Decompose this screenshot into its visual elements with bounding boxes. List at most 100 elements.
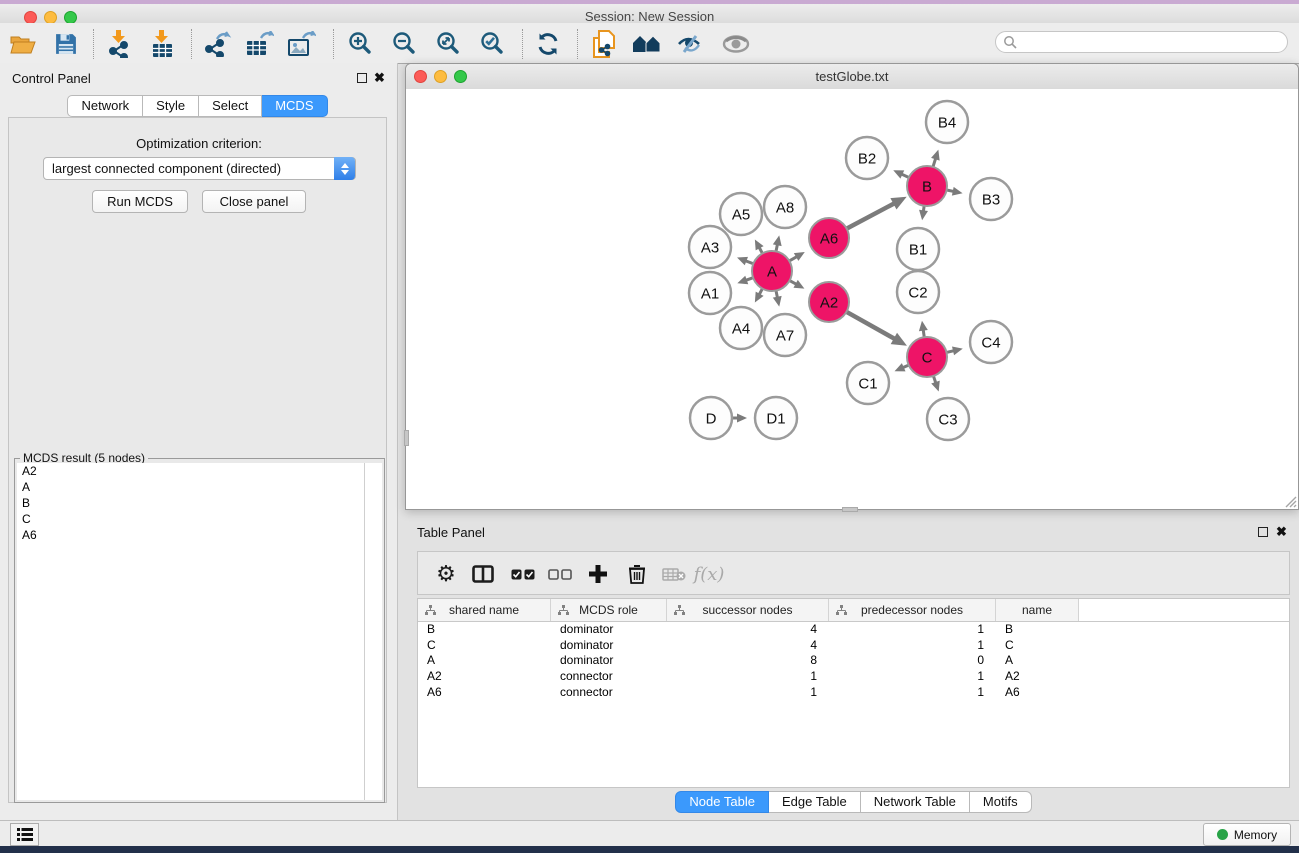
column-header[interactable]: predecessor nodes: [829, 599, 996, 621]
graph-edge[interactable]: [946, 351, 954, 353]
mcds-result-item[interactable]: A: [17, 479, 382, 495]
graph-edge[interactable]: [933, 158, 936, 167]
table-settings-button[interactable]: ⚙: [429, 557, 463, 591]
graph-edge[interactable]: [901, 174, 908, 177]
table-cell[interactable]: A6: [418, 685, 551, 701]
graph-edge[interactable]: [790, 281, 797, 285]
export-table-button[interactable]: [241, 27, 279, 61]
table-cell[interactable]: 1: [829, 669, 996, 685]
table-row[interactable]: Adominator80A: [418, 653, 1289, 669]
table-cell[interactable]: A6: [996, 685, 1079, 701]
select-all-button[interactable]: [506, 557, 540, 591]
graph-edge[interactable]: [847, 203, 895, 228]
graph-edge[interactable]: [947, 190, 954, 191]
table-cell[interactable]: 4: [667, 622, 829, 638]
scrollbar-track[interactable]: [364, 463, 382, 800]
open-session-button[interactable]: [4, 27, 42, 61]
first-neighbors-button[interactable]: [628, 27, 666, 61]
show-graphics-details-button[interactable]: [717, 27, 755, 61]
tab-edge-table[interactable]: Edge Table: [769, 791, 861, 813]
column-header[interactable]: successor nodes: [667, 599, 829, 621]
table-cell[interactable]: A2: [996, 669, 1079, 685]
network-canvas[interactable]: AA1A2A3A4A5A6A7A8BB1B2B3B4CC1C2C3C4DD1: [406, 89, 1298, 509]
float-table-panel-icon[interactable]: [1258, 527, 1268, 537]
column-header[interactable]: name: [996, 599, 1079, 621]
apply-layout-button[interactable]: [529, 27, 567, 61]
tab-motifs[interactable]: Motifs: [970, 791, 1032, 813]
search-input[interactable]: [1017, 32, 1287, 52]
float-panel-icon[interactable]: [357, 73, 367, 83]
close-panel-button[interactable]: Close panel: [202, 190, 306, 213]
export-image-button[interactable]: [283, 27, 321, 61]
table-cell[interactable]: 4: [667, 638, 829, 654]
graph-edge[interactable]: [776, 244, 777, 251]
table-cell[interactable]: A: [418, 653, 551, 669]
import-network-button[interactable]: [101, 27, 139, 61]
table-cell[interactable]: 1: [829, 622, 996, 638]
tab-mcds[interactable]: MCDS: [262, 95, 327, 117]
graph-edge[interactable]: [789, 257, 797, 261]
import-table-button[interactable]: [144, 27, 182, 61]
mcds-result-item[interactable]: A6: [17, 527, 382, 543]
table-row[interactable]: Bdominator41B: [418, 622, 1289, 638]
graph-edge[interactable]: [746, 278, 753, 281]
show-panel-list-button[interactable]: [10, 823, 39, 846]
zoom-fit-button[interactable]: [430, 27, 468, 61]
table-cell[interactable]: B: [418, 622, 551, 638]
show-columns-button[interactable]: [466, 557, 500, 591]
table-cell[interactable]: A2: [418, 669, 551, 685]
table-cell[interactable]: C: [418, 638, 551, 654]
new-network-from-selection-button[interactable]: [585, 27, 623, 61]
zoom-in-button[interactable]: [342, 27, 380, 61]
close-panel-icon[interactable]: ✖: [374, 72, 385, 83]
table-row[interactable]: A6connector11A6: [418, 685, 1289, 701]
memory-button[interactable]: Memory: [1203, 823, 1291, 846]
tab-network-table[interactable]: Network Table: [861, 791, 970, 813]
tab-select[interactable]: Select: [199, 95, 262, 117]
graph-edge[interactable]: [745, 261, 753, 264]
table-cell[interactable]: dominator: [551, 653, 667, 669]
table-cell[interactable]: 1: [667, 685, 829, 701]
network-graph[interactable]: AA1A2A3A4A5A6A7A8BB1B2B3B4CC1C2C3C4DD1: [406, 89, 1297, 508]
add-column-button[interactable]: [581, 557, 615, 591]
table-cell[interactable]: 1: [667, 669, 829, 685]
resize-grip[interactable]: [1283, 494, 1297, 508]
table-cell[interactable]: A: [996, 653, 1079, 669]
column-header[interactable]: MCDS role: [551, 599, 667, 621]
mcds-result-item[interactable]: C: [17, 511, 382, 527]
graph-edge[interactable]: [776, 291, 777, 298]
close-table-panel-icon[interactable]: ✖: [1276, 526, 1287, 537]
graph-edge[interactable]: [933, 376, 935, 383]
table-cell[interactable]: connector: [551, 669, 667, 685]
delete-column-button[interactable]: [620, 557, 654, 591]
column-header[interactable]: shared name: [418, 599, 551, 621]
table-cell[interactable]: dominator: [551, 622, 667, 638]
table-cell[interactable]: B: [996, 622, 1079, 638]
deselect-all-button[interactable]: [543, 557, 577, 591]
table-cell[interactable]: 1: [829, 685, 996, 701]
mcds-result-item[interactable]: A2: [17, 463, 382, 479]
splitter-handle[interactable]: [404, 430, 409, 446]
save-session-button[interactable]: [47, 27, 85, 61]
hide-selected-button[interactable]: [671, 27, 709, 61]
graph-edge[interactable]: [923, 330, 924, 338]
criterion-select[interactable]: largest connected component (directed): [43, 157, 356, 180]
graph-edge[interactable]: [759, 247, 762, 253]
zoom-out-button[interactable]: [386, 27, 424, 61]
table-row[interactable]: A2connector11A2: [418, 669, 1289, 685]
table-row[interactable]: Cdominator41C: [418, 638, 1289, 654]
function-builder-button[interactable]: f(x): [692, 557, 726, 591]
run-mcds-button[interactable]: Run MCDS: [92, 190, 188, 213]
table-cell[interactable]: 0: [829, 653, 996, 669]
table-cell[interactable]: C: [996, 638, 1079, 654]
tab-node-table[interactable]: Node Table: [675, 791, 769, 813]
table-cell[interactable]: 1: [829, 638, 996, 654]
table-cell[interactable]: 8: [667, 653, 829, 669]
table-cell[interactable]: connector: [551, 685, 667, 701]
destroy-table-button[interactable]: [657, 557, 691, 591]
export-network-button[interactable]: [199, 27, 237, 61]
graph-edge[interactable]: [759, 289, 762, 295]
tab-style[interactable]: Style: [143, 95, 199, 117]
splitter-handle[interactable]: [842, 507, 858, 512]
table-cell[interactable]: dominator: [551, 638, 667, 654]
